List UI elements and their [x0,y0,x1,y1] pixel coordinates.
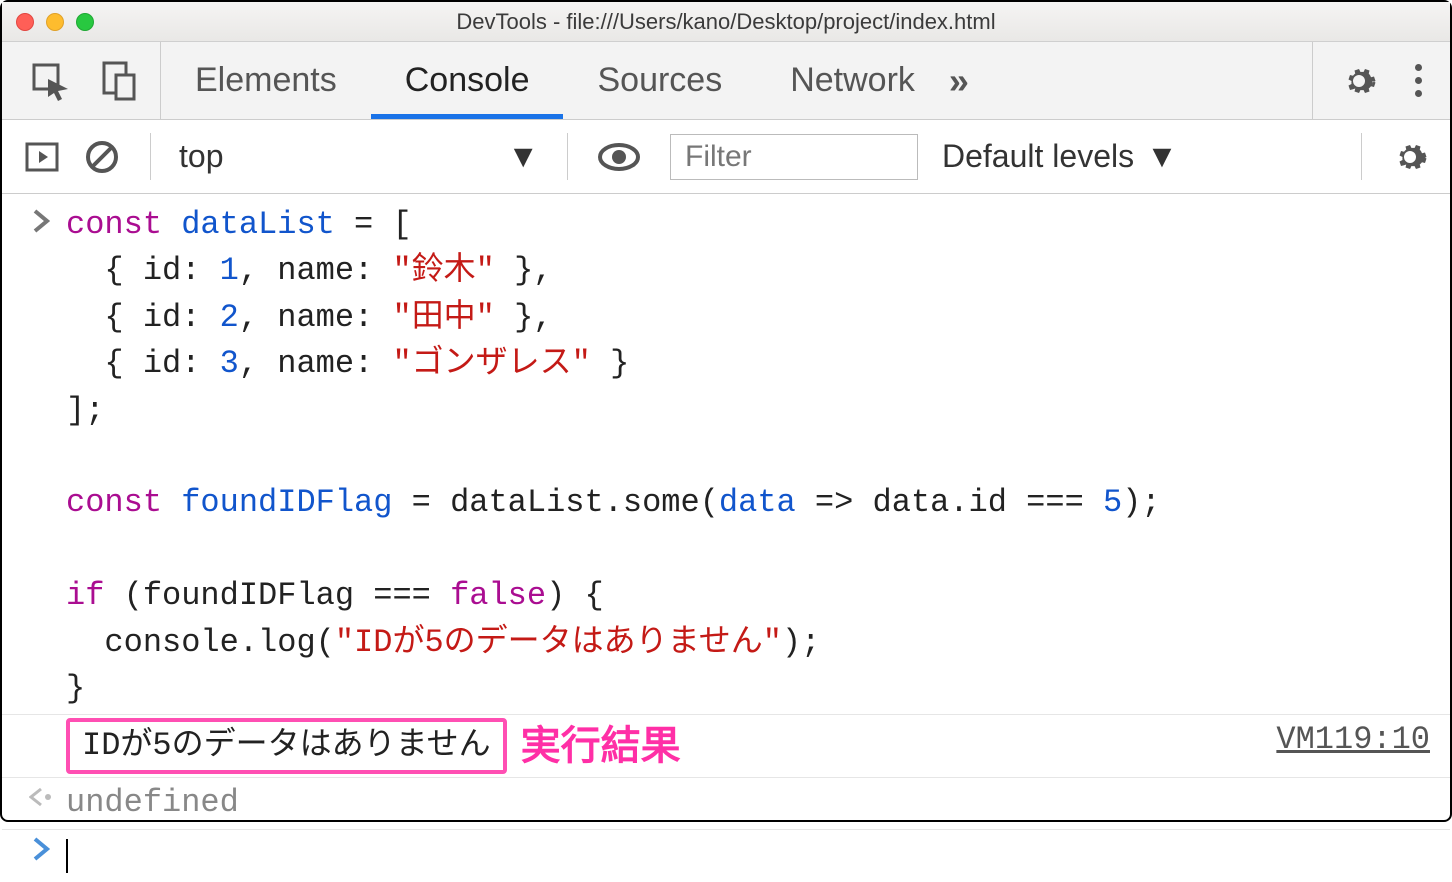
toggle-console-sidebar-icon[interactable] [24,139,60,175]
tab-network[interactable]: Network [756,42,949,119]
return-caret-icon [16,780,66,808]
number: 3 [220,345,239,382]
code-text: { id: [66,299,220,336]
code-text: => [796,484,873,521]
string: "鈴木" [392,252,494,289]
number: 1 [220,252,239,289]
code-text: , name: [239,299,393,336]
code-text: console.log( [66,624,335,661]
log-message: IDが5のデータはありません [66,718,507,774]
text-cursor [66,839,68,873]
log-gutter [16,717,66,723]
tab-console[interactable]: Console [371,42,564,119]
console-output: const dataList = [ { id: 1, name: "鈴木" }… [2,194,1450,882]
code-text: } [591,345,629,382]
console-prompt-row[interactable] [2,830,1450,882]
inspect-element-icon[interactable] [30,61,70,101]
tab-sources[interactable]: Sources [563,42,756,119]
prompt-caret-icon [16,836,66,877]
log-levels-label: Default levels [942,138,1134,175]
code-text: data.id === [873,484,1103,521]
code-text: }, [495,299,553,336]
console-toolbar: top ▼ Default levels ▼ [2,120,1450,194]
filter-input[interactable] [670,134,918,180]
code-text: { id: [66,252,220,289]
code-text: (foundIDFlag === [104,577,450,614]
identifier: foundIDFlag [162,484,392,521]
code-text: = dataList.some( [392,484,718,521]
code-block[interactable]: const dataList = [ { id: 1, name: "鈴木" }… [66,202,1430,712]
code-text: { id: [66,345,220,382]
tab-elements[interactable]: Elements [161,42,371,119]
code-text: , name: [239,345,393,382]
console-settings-icon[interactable] [1392,139,1428,175]
code-text: ]; [66,392,104,429]
devtools-tabs: Elements Console Sources Network » [2,42,1450,120]
live-expression-icon[interactable] [598,142,640,172]
code-text: ); [782,624,820,661]
keyword: false [450,577,546,614]
window-titlebar: DevTools - file:///Users/kano/Desktop/pr… [2,2,1450,42]
input-caret-icon [16,202,66,234]
chevron-down-icon: ▼ [1146,138,1178,175]
identifier: dataList [162,206,335,243]
toggle-device-toolbar-icon[interactable] [98,61,138,101]
keyword: const [66,206,162,243]
string: "IDが5のデータはありません" [335,624,782,661]
code-text: ); [1122,484,1160,521]
console-log-row: IDが5のデータはありません 実行結果 VM119:10 [2,715,1450,778]
identifier: data [719,484,796,521]
code-text: ) { [546,577,604,614]
code-text: }, [495,252,553,289]
window-title: DevTools - file:///Users/kano/Desktop/pr… [2,9,1450,35]
clear-console-icon[interactable] [84,139,120,175]
console-input-row: const dataList = [ { id: 1, name: "鈴木" }… [2,200,1450,715]
return-value: undefined [66,780,1430,826]
keyword: const [66,484,162,521]
execution-context-label: top [179,138,223,175]
annotation-label: 実行結果 [521,717,681,775]
execution-context-select[interactable]: top ▼ [159,120,559,193]
code-text: } [66,670,85,707]
number: 5 [1103,484,1122,521]
log-source-link[interactable]: VM119:10 [1256,717,1430,763]
more-options-icon[interactable] [1415,64,1422,97]
number: 2 [220,299,239,336]
code-text: , name: [239,252,393,289]
keyword: if [66,577,104,614]
log-levels-select[interactable]: Default levels ▼ [926,138,1194,175]
string: "田中" [392,299,494,336]
settings-icon[interactable] [1341,63,1377,99]
more-tabs-icon[interactable]: » [949,60,969,102]
chevron-down-icon: ▼ [507,138,539,175]
string: "ゴンザレス" [392,345,590,382]
code-text: = [ [335,206,412,243]
